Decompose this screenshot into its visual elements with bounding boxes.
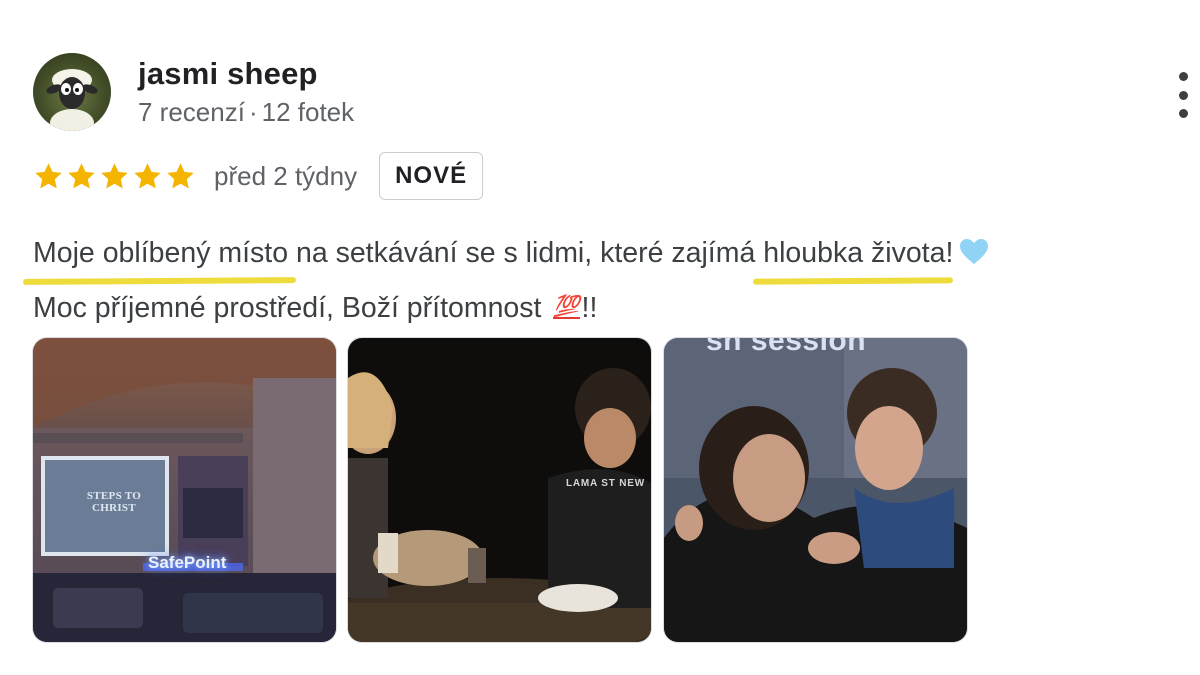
- neon-sign: SafePoint: [148, 553, 227, 572]
- people-hugging-photo: [664, 338, 967, 642]
- author-name[interactable]: jasmi sheep: [138, 56, 318, 92]
- hundred-points-emoji-icon: 💯: [553, 295, 580, 319]
- star-icon: [134, 162, 161, 188]
- star-icon: [167, 162, 194, 188]
- rating-row: před 2 týdny NOVÉ: [33, 150, 484, 202]
- review-text-segment: !!: [581, 292, 598, 324]
- meta-separator: ·: [248, 97, 258, 127]
- star-icon: [101, 162, 128, 188]
- review-line-2: Moc příjemné prostředí, Boží přítomnost …: [33, 281, 1193, 336]
- light-blue-heart-emoji-icon: [960, 239, 989, 264]
- photo-count: 12 fotek: [261, 97, 355, 127]
- review-date: před 2 týdny: [214, 160, 358, 191]
- star-icon: [68, 162, 95, 188]
- new-badge: NOVÉ: [379, 152, 484, 200]
- highlighted-phrase: Moje oblíbený místo: [33, 226, 288, 281]
- highlighted-phrase: hloubka života: [763, 226, 945, 281]
- more-vert-icon[interactable]: [1168, 70, 1198, 120]
- sheep-avatar-icon: [46, 69, 98, 131]
- review-line-1: Moje oblíbený místo na setkávání se s li…: [33, 226, 1193, 281]
- screen-title: STEPS TO CHRIST: [86, 490, 142, 514]
- review-count: 7 recenzí: [138, 97, 245, 127]
- review-photo-3[interactable]: sh session: [664, 338, 967, 642]
- wall-text: sh session: [706, 338, 867, 357]
- star-rating: [33, 161, 196, 192]
- review-photo-2[interactable]: LAMA ST NEW: [348, 338, 651, 642]
- review-text: Moje oblíbený místo na setkávání se s li…: [33, 226, 1193, 336]
- review-photo-1[interactable]: STEPS TO CHRIST SafePoint: [33, 338, 336, 642]
- author-stats: 7 recenzí · 12 fotek: [138, 97, 354, 128]
- avatar[interactable]: [33, 53, 111, 131]
- review-text-segment: !: [945, 237, 954, 269]
- shirt-print: LAMA ST NEW: [566, 478, 645, 489]
- review-text-segment: na setkávání se s lidmi, které zajímá: [288, 237, 764, 269]
- performance-photo: [348, 338, 651, 642]
- review-text-segment: Moc příjemné prostředí, Boží přítomnost: [33, 292, 550, 324]
- star-icon: [35, 162, 62, 188]
